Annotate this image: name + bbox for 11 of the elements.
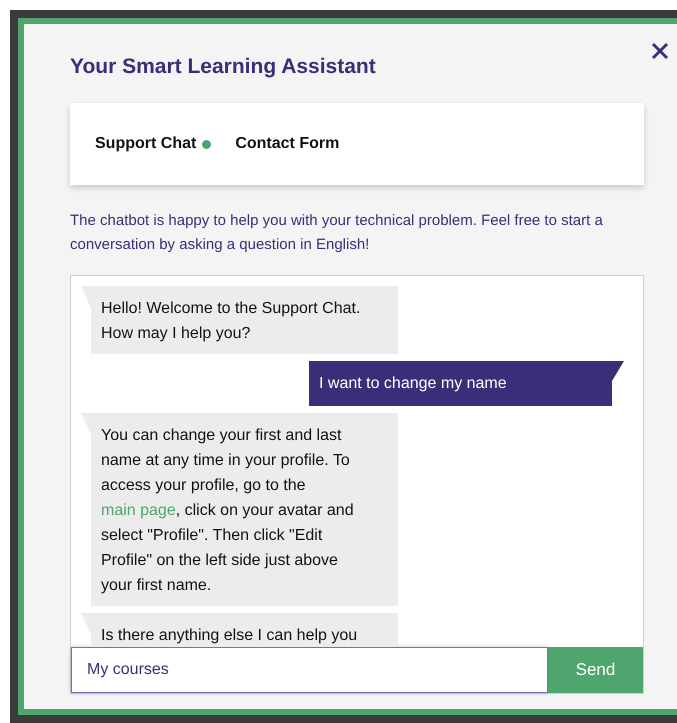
active-dot-icon bbox=[202, 140, 212, 148]
bot-message: You can change your first and last name at any time in your profile. To access your profile, go to the main page, click on your avatar and select "Profile". Then click "Edit Profile" on the left side just above your first name. bbox=[81, 413, 398, 606]
close-icon[interactable] bbox=[651, 42, 669, 60]
message-input-field[interactable]: My courses bbox=[71, 647, 548, 693]
bot-message: Hello! Welcome to the Support Chat. How may I help you? bbox=[81, 286, 398, 354]
dialog-title: Your Smart Learning Assistant bbox=[70, 54, 377, 80]
user-message: I want to change my name bbox=[309, 361, 624, 406]
tab[interactable]: Contact Form bbox=[235, 135, 340, 153]
tab[interactable]: Support Chat bbox=[95, 135, 212, 153]
description-text: The chatbot is happy to help you with your technical problem. Feel free to start a conversation by asking a question in English! bbox=[70, 211, 604, 255]
bot-message: Is there anything else I can help you bbox=[81, 613, 398, 647]
